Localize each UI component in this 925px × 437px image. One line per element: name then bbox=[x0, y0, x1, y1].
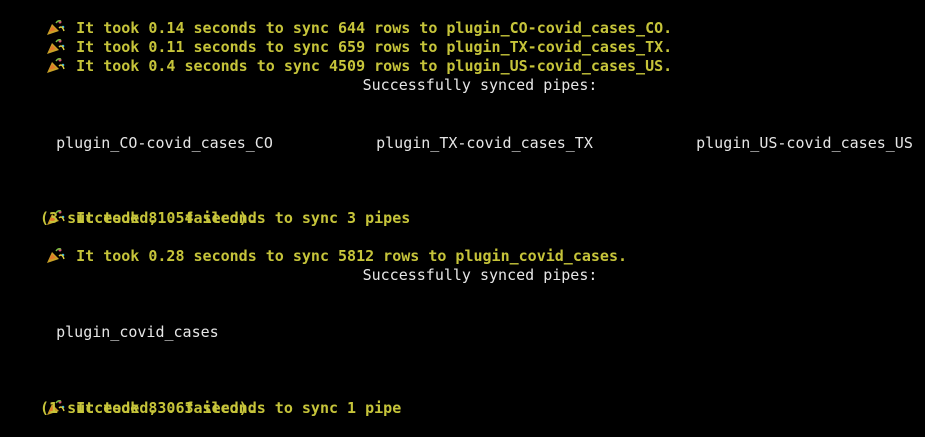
sync-summary-detail: (3 succeeded, 0 failed). bbox=[40, 209, 257, 227]
sync-message-text: It took 0.4 seconds to sync 4509 rows to… bbox=[76, 57, 673, 75]
sync-message-co: It took 0.14 seconds to sync 644 rows to… bbox=[10, 0, 672, 37]
sync-summary-detail: (1 succeeded, 0 failed). bbox=[40, 399, 257, 417]
pipe-name: plugin_US-covid_cases_US bbox=[696, 134, 913, 152]
sync-message-tx: It took 0.11 seconds to sync 659 rows to… bbox=[10, 19, 672, 56]
pipe-name: plugin_CO-covid_cases_CO bbox=[56, 134, 273, 152]
sync-message-us: It took 0.4 seconds to sync 4509 rows to… bbox=[10, 38, 672, 75]
synced-pipes-list: plugin_CO-covid_cases_CO plugin_TX-covid_… bbox=[20, 115, 913, 152]
terminal-output: It took 0.14 seconds to sync 644 rows to… bbox=[0, 0, 925, 422]
party-popper-icon bbox=[47, 58, 65, 73]
synced-pipes-heading: Successfully synced pipes: bbox=[362, 266, 598, 284]
pipe-name: plugin_TX-covid_cases_TX bbox=[376, 134, 593, 152]
party-popper-icon bbox=[47, 248, 65, 263]
synced-pipes-heading: Successfully synced pipes: bbox=[362, 76, 598, 94]
sync-summary: It took 83.63 seconds to sync 1 pipe bbox=[10, 380, 401, 417]
pipe-name: plugin_covid_cases bbox=[56, 323, 219, 341]
sync-message-text: It took 0.28 seconds to sync 5812 rows t… bbox=[76, 247, 628, 265]
sync-message-covid: It took 0.28 seconds to sync 5812 rows t… bbox=[10, 228, 627, 265]
sync-summary: It took 81.54 seconds to sync 3 pipes bbox=[10, 190, 410, 227]
synced-pipes-list: plugin_covid_cases bbox=[20, 304, 219, 341]
